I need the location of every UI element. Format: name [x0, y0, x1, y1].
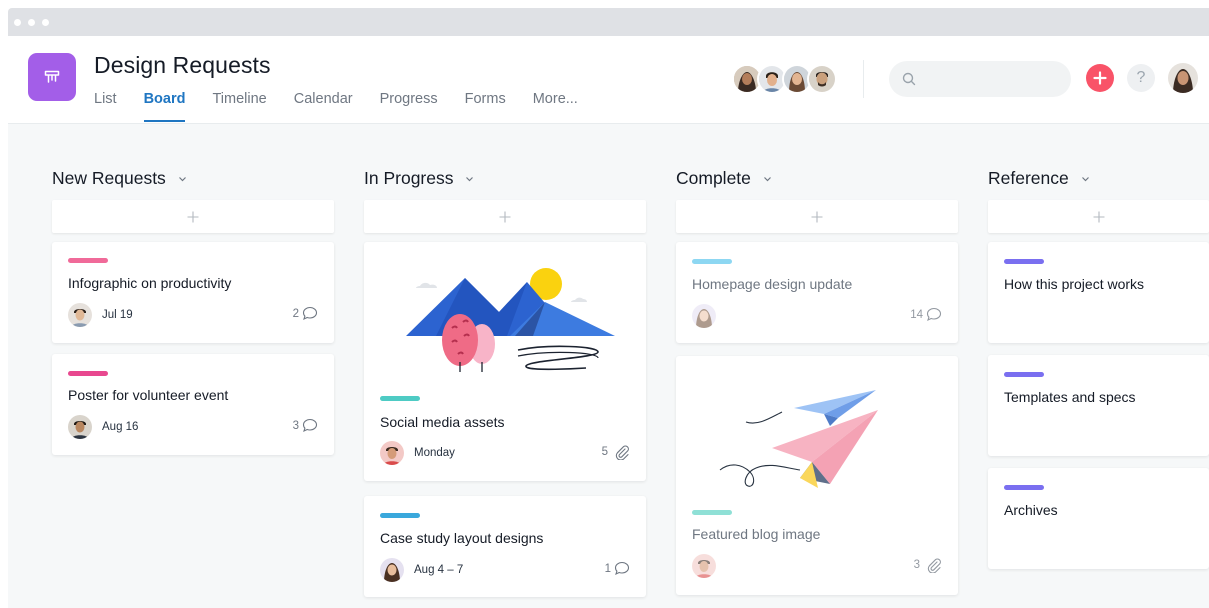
tag-bar: [1004, 259, 1044, 264]
comment-icon: [614, 561, 630, 576]
plus-icon: [1093, 71, 1107, 85]
add-task-button[interactable]: [988, 200, 1209, 233]
task-card[interactable]: Infographic on productivity Jul 19 2: [52, 242, 334, 343]
tab-list[interactable]: List: [94, 90, 117, 124]
project-header: Design Requests List Board Timeline Cale…: [8, 36, 1209, 124]
tab-calendar[interactable]: Calendar: [294, 90, 353, 124]
plus-icon: [1093, 211, 1104, 222]
column-title: New Requests: [52, 167, 166, 188]
mountain-illustration: [406, 268, 615, 372]
assignee-avatar[interactable]: [68, 415, 92, 439]
add-task-button[interactable]: [52, 200, 334, 233]
project-board-icon[interactable]: [28, 53, 76, 101]
tag-bar: [380, 513, 420, 518]
due-date[interactable]: Aug 16: [102, 421, 138, 433]
due-date[interactable]: Jul 19: [102, 309, 133, 321]
header-divider: [863, 60, 864, 98]
task-card[interactable]: How this project works: [988, 242, 1209, 343]
assignee-avatar[interactable]: [692, 304, 716, 328]
quick-add-button[interactable]: [1086, 64, 1114, 92]
question-icon: ?: [1136, 69, 1146, 86]
comment-icon: [302, 306, 318, 321]
task-card[interactable]: Templates and specs: [988, 355, 1209, 456]
window-dot: [42, 19, 49, 26]
tab-forms[interactable]: Forms: [465, 90, 506, 124]
attachment-count: 3: [913, 559, 920, 571]
task-title: Social media assets: [380, 414, 505, 430]
comment-count: 3: [292, 419, 299, 432]
paperclip-icon: [927, 558, 941, 573]
comment-count: 14: [910, 308, 923, 321]
column-title: Complete: [676, 167, 751, 188]
chevron-down-icon[interactable]: [1081, 176, 1090, 182]
task-card[interactable]: Social media assets Monday 5: [364, 242, 646, 481]
column-complete: Complete: [676, 166, 958, 233]
tab-timeline[interactable]: Timeline: [212, 90, 266, 124]
task-title: How this project works: [1004, 276, 1145, 292]
assignee-avatar[interactable]: [692, 554, 716, 578]
due-date[interactable]: Monday: [414, 447, 455, 459]
comment-count: 1: [604, 562, 611, 575]
tag-bar: [1004, 485, 1044, 490]
comment-count: 2: [292, 307, 299, 320]
assignee-avatar[interactable]: [380, 441, 404, 465]
chevron-down-icon[interactable]: [465, 176, 474, 182]
tag-bar: [380, 396, 420, 401]
task-title: Homepage design update: [692, 276, 853, 292]
chevron-down-icon[interactable]: [763, 176, 772, 182]
column-reference: Reference: [988, 166, 1209, 233]
tab-more[interactable]: More...: [533, 90, 578, 124]
plus-icon: [499, 211, 511, 222]
plus-icon: [811, 211, 823, 222]
column-new-requests: New Requests: [52, 166, 334, 233]
search-icon: [902, 72, 916, 86]
project-title: Design Requests: [94, 52, 271, 78]
task-title: Case study layout designs: [380, 530, 544, 546]
tag-bar: [692, 510, 732, 515]
task-card[interactable]: Poster for volunteer event Aug 16 3: [52, 354, 334, 455]
task-title: Featured blog image: [692, 526, 821, 542]
app-window: Design Requests List Board Timeline Cale…: [8, 36, 1209, 608]
task-title: Poster for volunteer event: [68, 387, 229, 403]
due-date[interactable]: Aug 4 – 7: [414, 564, 463, 576]
attachment-count: 5: [601, 446, 608, 458]
task-title: Infographic on productivity: [68, 275, 232, 291]
project-tabs: List Board Timeline Calendar Progress Fo…: [94, 90, 605, 124]
task-title: Templates and specs: [1004, 389, 1136, 405]
window-dot: [28, 19, 35, 26]
help-button[interactable]: ?: [1127, 64, 1155, 92]
assignee-avatar[interactable]: [68, 303, 92, 327]
task-title: Archives: [1004, 502, 1058, 518]
window-dot: [14, 19, 21, 26]
tag-bar: [68, 258, 108, 263]
chevron-down-icon[interactable]: [178, 176, 187, 182]
plus-icon: [187, 211, 199, 222]
column-title: Reference: [988, 167, 1069, 188]
tag-bar: [1004, 372, 1044, 377]
comment-icon: [302, 418, 318, 433]
add-task-button[interactable]: [364, 200, 646, 233]
column-title: In Progress: [364, 167, 454, 188]
user-avatar[interactable]: [1168, 63, 1198, 93]
comment-icon: [926, 307, 942, 322]
avatar[interactable]: [807, 64, 837, 94]
tab-board[interactable]: Board: [143, 90, 185, 124]
task-card[interactable]: Featured blog image 3: [676, 356, 958, 595]
task-card[interactable]: Archives: [988, 468, 1209, 569]
browser-title-bar: [8, 8, 1209, 36]
paperclip-icon: [615, 445, 629, 460]
tab-progress[interactable]: Progress: [380, 90, 438, 124]
assignee-avatar[interactable]: [380, 558, 404, 582]
task-card[interactable]: Case study layout designs Aug 4 – 7 1: [364, 496, 646, 597]
tag-bar: [68, 371, 108, 376]
search-input[interactable]: [889, 61, 1071, 97]
tag-bar: [692, 259, 732, 264]
column-in-progress: In Progress: [364, 166, 646, 233]
paper-plane-illustration: [719, 390, 878, 488]
project-members[interactable]: [732, 64, 837, 96]
task-card[interactable]: Homepage design update 14: [676, 242, 958, 343]
add-task-button[interactable]: [676, 200, 958, 233]
